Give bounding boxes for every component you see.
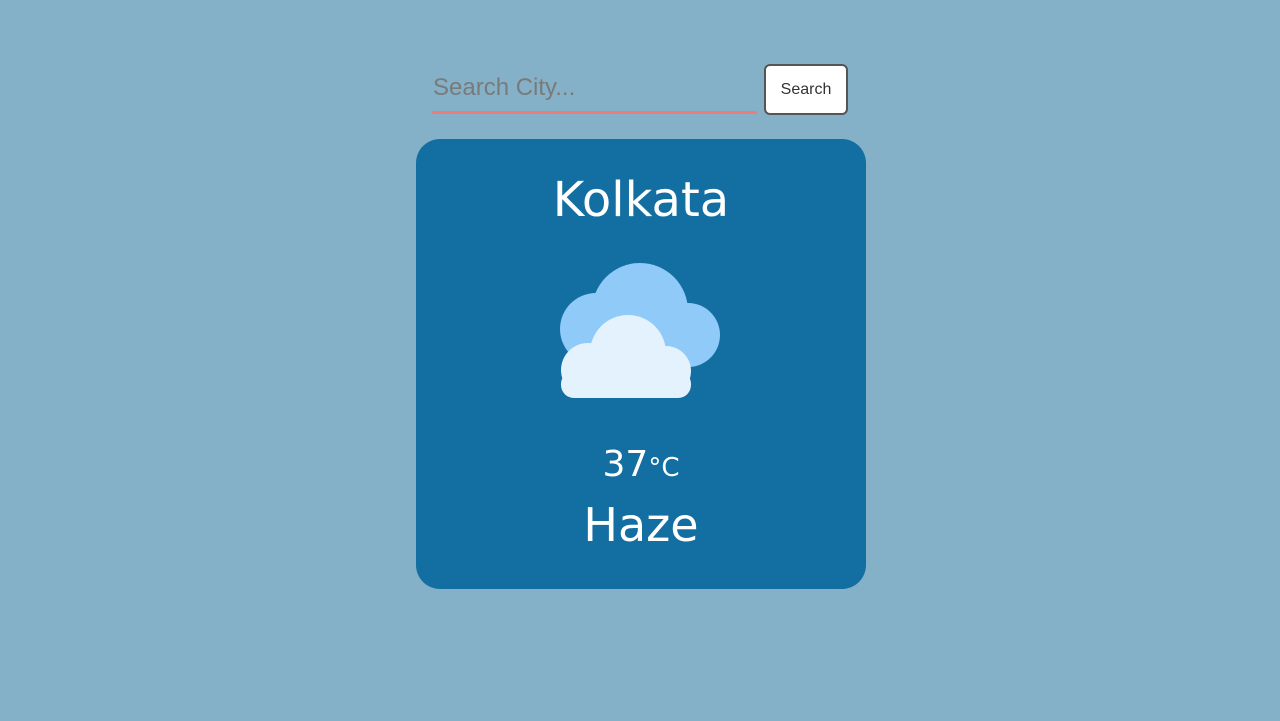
city-name: Kolkata (552, 172, 730, 228)
temperature-unit: °C (648, 453, 680, 483)
search-button[interactable]: Search (764, 64, 848, 115)
search-input[interactable] (432, 64, 757, 114)
search-bar: Search (432, 64, 852, 116)
cloudy-icon (558, 263, 724, 399)
temperature-value: 37 (602, 444, 649, 485)
weather-card: Kolkata 37°C Haze (416, 139, 866, 589)
temperature: 37°C (416, 442, 866, 491)
weather-condition: Haze (583, 498, 699, 552)
